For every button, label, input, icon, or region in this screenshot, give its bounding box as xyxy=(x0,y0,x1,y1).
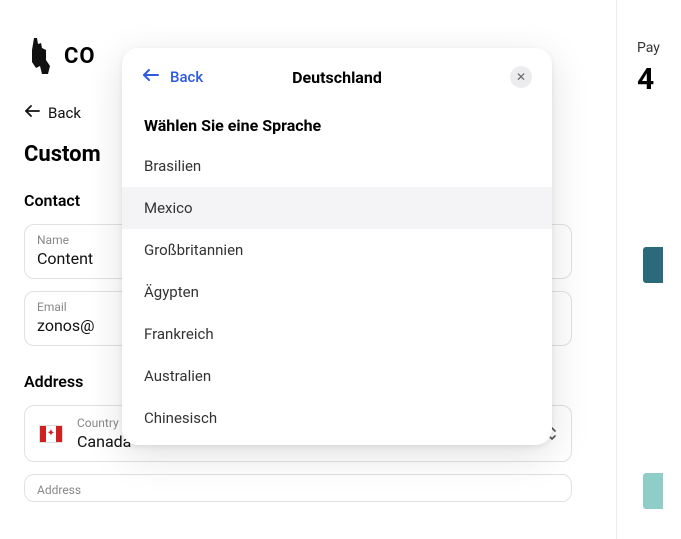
modal-back-label: Back xyxy=(170,68,203,86)
product-thumbnail xyxy=(643,247,663,283)
language-option[interactable]: Mexico xyxy=(122,187,552,229)
language-option[interactable]: Brasilien xyxy=(122,145,552,187)
arrow-left-icon xyxy=(24,104,40,122)
modal-subhead: Wählen Sie eine Sprache xyxy=(122,98,552,145)
language-option[interactable]: Frankreich xyxy=(122,313,552,355)
arrow-left-icon xyxy=(142,68,160,86)
language-modal: Back Deutschland ✕ Wählen Sie eine Sprac… xyxy=(122,48,552,445)
language-list: Brasilien Mexico Großbritannien Ägypten … xyxy=(122,145,552,439)
llama-icon xyxy=(24,36,56,76)
pay-label: Pay xyxy=(637,40,681,56)
page-back-label: Back xyxy=(48,104,81,122)
language-option[interactable]: Großbritannien xyxy=(122,229,552,271)
language-option[interactable]: Australien xyxy=(122,355,552,397)
brand-name: CO xyxy=(64,44,96,69)
language-option[interactable]: Chinesisch xyxy=(122,397,552,439)
language-option[interactable]: Ägypten xyxy=(122,271,552,313)
address-label: Address xyxy=(37,483,559,497)
pay-amount: 4 xyxy=(637,62,681,97)
modal-back-button[interactable]: Back xyxy=(142,68,203,86)
vertical-divider xyxy=(616,0,617,539)
address-field[interactable]: Address xyxy=(24,474,572,502)
canada-flag-icon: ✦ xyxy=(39,425,63,443)
modal-close-button[interactable]: ✕ xyxy=(510,66,532,88)
product-thumbnail xyxy=(643,473,663,509)
close-icon: ✕ xyxy=(516,70,526,84)
